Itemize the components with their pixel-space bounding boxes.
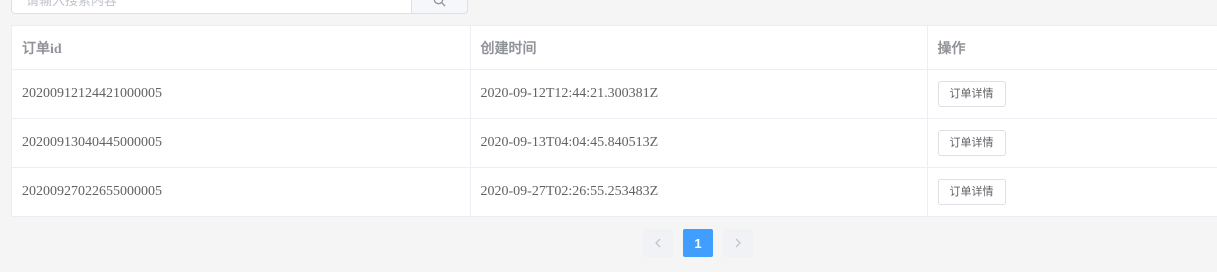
page-number-button[interactable]: 1 (683, 229, 713, 257)
order-detail-button[interactable]: 订单详情 (937, 179, 1006, 205)
next-page-button[interactable] (723, 229, 753, 257)
orders-table: 订单id 创建时间 操作 20200912124421000005 2020-0… (11, 25, 1217, 217)
order-id-cell: 20200927022655000005 (12, 167, 471, 217)
search-input[interactable] (11, 0, 411, 14)
header-created-at: 创建时间 (470, 26, 928, 70)
created-at-cell: 2020-09-13T04:04:45.840513Z (470, 118, 928, 168)
created-at-cell: 2020-09-27T02:26:55.253483Z (470, 167, 928, 217)
table-row: 20200913040445000005 2020-09-13T04:04:45… (12, 118, 1217, 168)
actions-cell: 订单详情 (927, 69, 1217, 119)
prev-page-button[interactable] (643, 229, 673, 257)
search-button[interactable] (411, 0, 468, 14)
chevron-left-icon (655, 238, 661, 248)
order-detail-button[interactable]: 订单详情 (937, 81, 1006, 107)
created-at-cell: 2020-09-12T12:44:21.300381Z (470, 69, 928, 119)
header-order-id: 订单id (12, 26, 471, 70)
actions-cell: 订单详情 (927, 167, 1217, 217)
table-row: 20200912124421000005 2020-09-12T12:44:21… (12, 69, 1217, 119)
pagination: 1 (643, 229, 753, 257)
header-actions: 操作 (927, 26, 1217, 70)
table-row: 20200927022655000005 2020-09-27T02:26:55… (12, 167, 1217, 217)
actions-cell: 订单详情 (927, 118, 1217, 168)
table-header-row: 订单id 创建时间 操作 (12, 26, 1217, 70)
order-detail-button[interactable]: 订单详情 (937, 130, 1006, 156)
search-icon (433, 0, 446, 6)
chevron-right-icon (735, 238, 741, 248)
search-bar (11, 0, 468, 14)
order-id-cell: 20200912124421000005 (12, 69, 471, 119)
order-id-cell: 20200913040445000005 (12, 118, 471, 168)
